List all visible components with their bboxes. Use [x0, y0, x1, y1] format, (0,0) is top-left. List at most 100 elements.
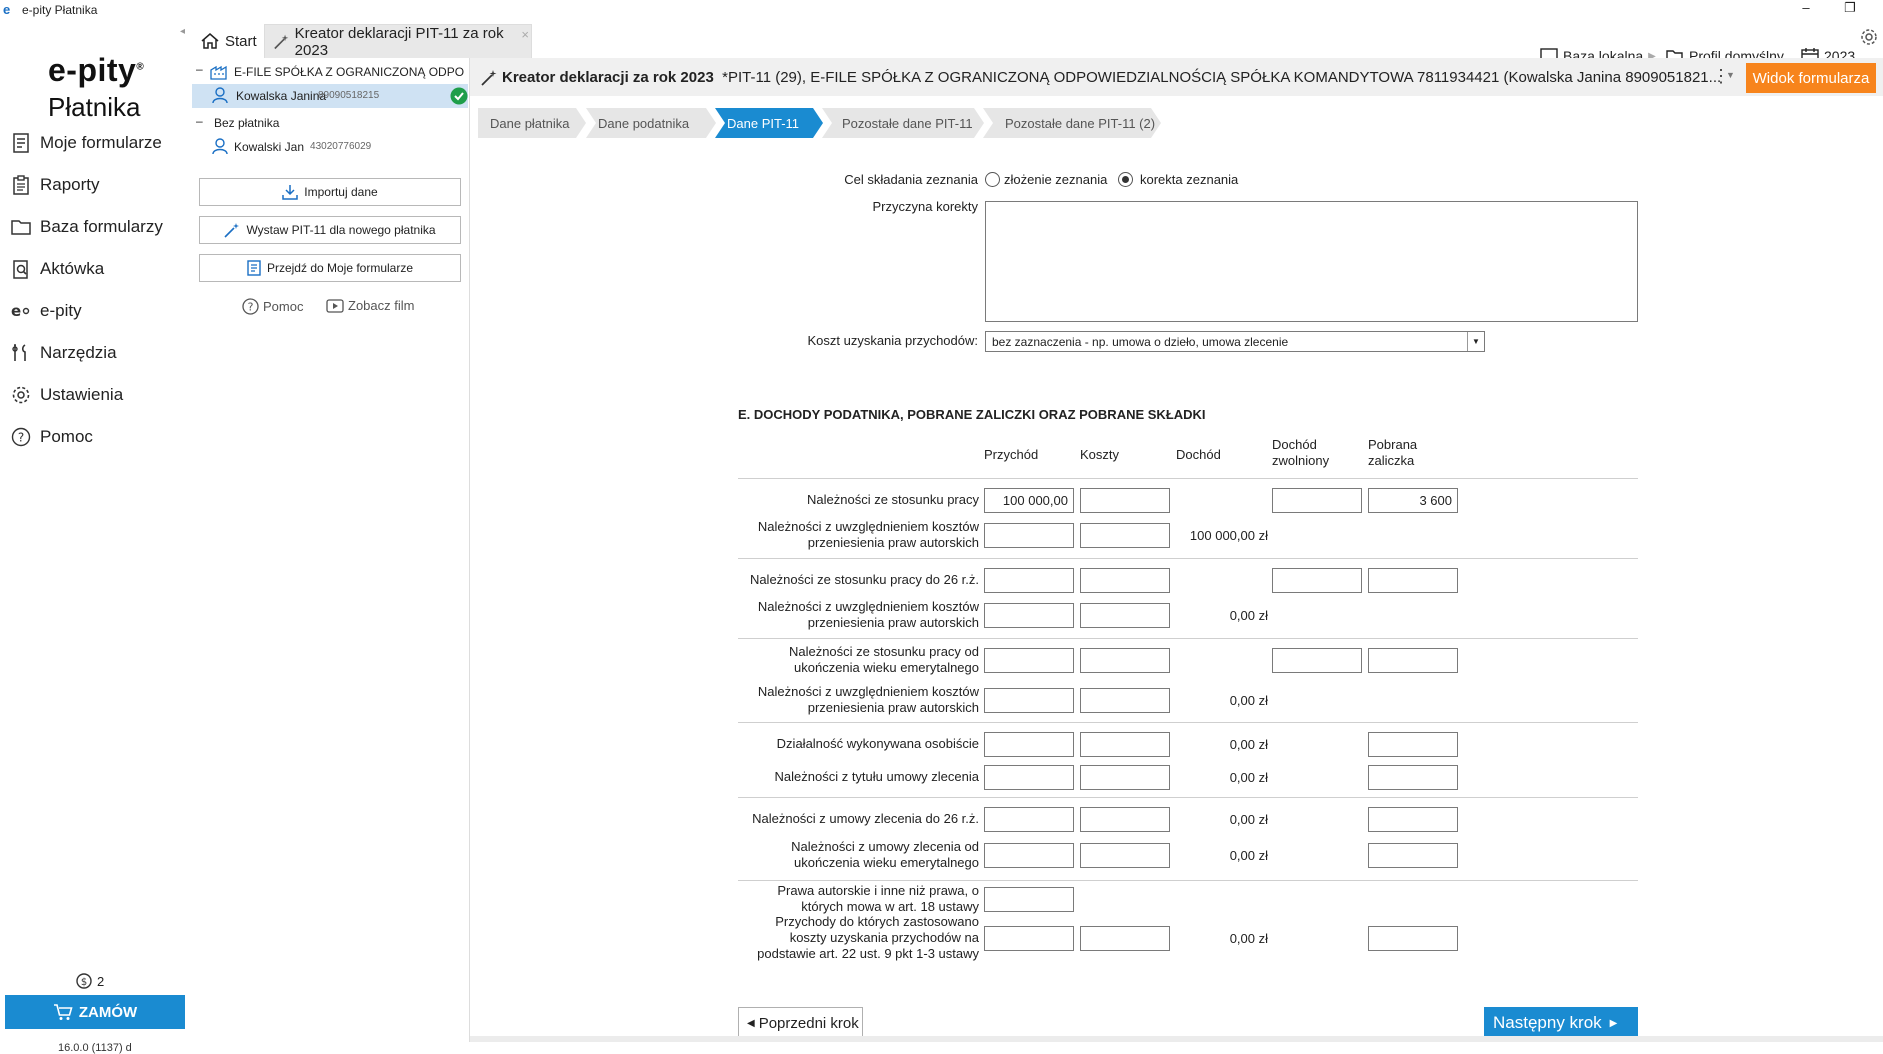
settings-gear-icon[interactable] [1860, 28, 1878, 46]
version-label: 16.0.0 (1137) d [58, 1042, 132, 1054]
minimize-button[interactable]: – [1786, 0, 1826, 20]
restore-button[interactable]: ❐ [1830, 0, 1870, 20]
close-tab-icon[interactable]: × [521, 27, 529, 42]
tab-wizard[interactable]: Kreator deklaracji PIT-11 za rok 2023 × [264, 24, 532, 59]
person-name: Kowalski Jan [234, 139, 305, 154]
revenue-input[interactable] [984, 765, 1074, 790]
new-payer-button[interactable]: Wystaw PIT-11 dla nowego płatnika [199, 216, 461, 244]
nav-item-e-pity[interactable]: e e-pity [10, 296, 180, 326]
exempt-input[interactable] [1272, 648, 1362, 673]
advance-input[interactable] [1368, 843, 1458, 868]
row-label: Prawa autorskie i inne niż prawa, o który… [700, 883, 979, 915]
revenue-input[interactable] [984, 887, 1074, 912]
nav-item-label: e-pity [40, 301, 82, 320]
collapse-group-icon[interactable]: – [196, 114, 203, 128]
nav-item-ustawienia[interactable]: Ustawienia [10, 380, 180, 410]
advance-input[interactable] [1368, 568, 1458, 593]
collapse-sidebar-icon[interactable]: ◂ [180, 26, 185, 37]
costs-input[interactable] [1080, 648, 1170, 673]
tools-icon [10, 342, 32, 364]
goto-my-forms-button[interactable]: Przejdź do Moje formularze [199, 254, 461, 282]
next-step-button[interactable]: Następny krok ▶ [1484, 1007, 1638, 1039]
company-name: E-FILE SPÓŁKA Z OGRANICZONĄ ODPO [234, 65, 465, 79]
step-other-data[interactable]: Pozostałe dane PIT-11 [822, 108, 984, 138]
costs-input[interactable] [1080, 926, 1170, 951]
step-taxpayer-data[interactable]: Dane podatnika [586, 108, 716, 138]
step-pit11-data[interactable]: Dane PIT-11 [715, 108, 823, 138]
purpose-radio-correction[interactable] [1118, 172, 1133, 187]
nav-item-narzędzia[interactable]: Narzędzia [10, 338, 180, 368]
nav-item-label: Pomoc [40, 427, 93, 446]
revenue-input[interactable] [984, 568, 1074, 593]
tree-no-payer-node[interactable]: Bez płatnika [214, 116, 279, 130]
revenue-input[interactable] [984, 648, 1074, 673]
income-value: 100 000,00 zł [1189, 528, 1268, 543]
nav-item-moje-formularze[interactable]: Moje formularze [10, 128, 180, 158]
nav-item-baza-formularzy[interactable]: Baza formularzy [10, 212, 180, 242]
chevron-down-icon[interactable]: ▼ [1726, 70, 1735, 80]
correction-reason-textarea[interactable] [985, 201, 1638, 322]
advance-input[interactable]: 3 600 [1368, 488, 1458, 513]
col-exempt-line2: zwolniony [1272, 453, 1330, 468]
form-view-button[interactable]: Widok formularza [1746, 63, 1876, 93]
collapse-group-icon[interactable]: – [196, 62, 203, 76]
step-payer-data[interactable]: Dane płatnika [478, 108, 586, 138]
costs-input[interactable] [1080, 765, 1170, 790]
tab-start[interactable]: Start [192, 24, 265, 58]
tree-person-selected[interactable]: Kowalska Janina 89090518215 [192, 84, 468, 108]
nav-item-aktówka[interactable]: Aktówka [10, 254, 180, 284]
revenue-input[interactable] [984, 732, 1074, 757]
row-label-line: Należności z umowy zlecenia do 26 r.ż. [752, 811, 979, 826]
chevron-down-icon[interactable]: ▼ [1467, 332, 1484, 351]
help-link[interactable]: ? Pomoc [242, 298, 303, 315]
costs-input[interactable] [1080, 732, 1170, 757]
advance-input[interactable] [1368, 807, 1458, 832]
purpose-radio-submit[interactable] [985, 172, 1000, 187]
row-label-line: przeniesienia praw autorskich [807, 700, 979, 715]
row-label-line: koszty uzyskania przychodów na [789, 930, 979, 945]
costs-input[interactable] [1080, 807, 1170, 832]
help-link-label: Pomoc [263, 299, 304, 314]
costs-input[interactable] [1080, 843, 1170, 868]
advance-input[interactable] [1368, 926, 1458, 951]
income-value: 0,00 zł [1229, 848, 1268, 863]
advance-input[interactable] [1368, 732, 1458, 757]
import-icon [282, 185, 299, 200]
prev-step-button[interactable]: ◀ Poprzedni krok [738, 1007, 863, 1039]
nav-item-raporty[interactable]: Raporty [10, 170, 180, 200]
nav-item-pomoc[interactable]: ? Pomoc [10, 422, 180, 452]
costs-input[interactable] [1080, 603, 1170, 628]
order-button[interactable]: ZAMÓW [5, 995, 185, 1029]
advance-input[interactable] [1368, 648, 1458, 673]
brand-registered-mark: ® [136, 61, 145, 73]
costs-input[interactable] [1080, 568, 1170, 593]
exempt-input[interactable] [1272, 488, 1362, 513]
costs-input[interactable] [1080, 488, 1170, 513]
row-separator [738, 722, 1638, 723]
revenue-input[interactable] [984, 926, 1074, 951]
import-data-button[interactable]: Importuj dane [199, 178, 461, 206]
person-name: Kowalska Janina [236, 89, 327, 103]
watch-film-link[interactable]: Zobacz film [326, 298, 414, 313]
svg-text:?: ? [248, 301, 254, 314]
new-payer-label: Wystaw PIT-11 dla nowego płatnika [246, 223, 436, 237]
step-other-data-2[interactable]: Pozostałe dane PIT-11 (2) [983, 108, 1161, 138]
revenue-input[interactable] [984, 688, 1074, 713]
costs-input[interactable] [1080, 688, 1170, 713]
advance-input[interactable] [1368, 765, 1458, 790]
credits-counter[interactable]: $ 2 [75, 972, 104, 990]
revenue-input[interactable] [984, 843, 1074, 868]
revenue-input[interactable]: 100 000,00 [984, 488, 1074, 513]
row-separator [738, 880, 1638, 881]
costs-input[interactable] [1080, 523, 1170, 548]
exempt-input[interactable] [1272, 568, 1362, 593]
col-exempt: Dochód zwolniony [1272, 437, 1329, 469]
revenue-input[interactable] [984, 603, 1074, 628]
col-advance-line2: zaliczka [1368, 453, 1415, 468]
chevron-left-icon: ◀ [747, 1017, 755, 1029]
revenue-input[interactable] [984, 523, 1074, 548]
cost-select[interactable]: bez zaznaczenia - np. umowa o dzieło, um… [985, 331, 1485, 352]
tree-person-item[interactable]: Kowalski Jan 43020776029 [212, 138, 371, 155]
revenue-input[interactable] [984, 807, 1074, 832]
tree-company-node[interactable]: E-FILE SPÓŁKA Z OGRANICZONĄ ODPO [210, 64, 464, 80]
